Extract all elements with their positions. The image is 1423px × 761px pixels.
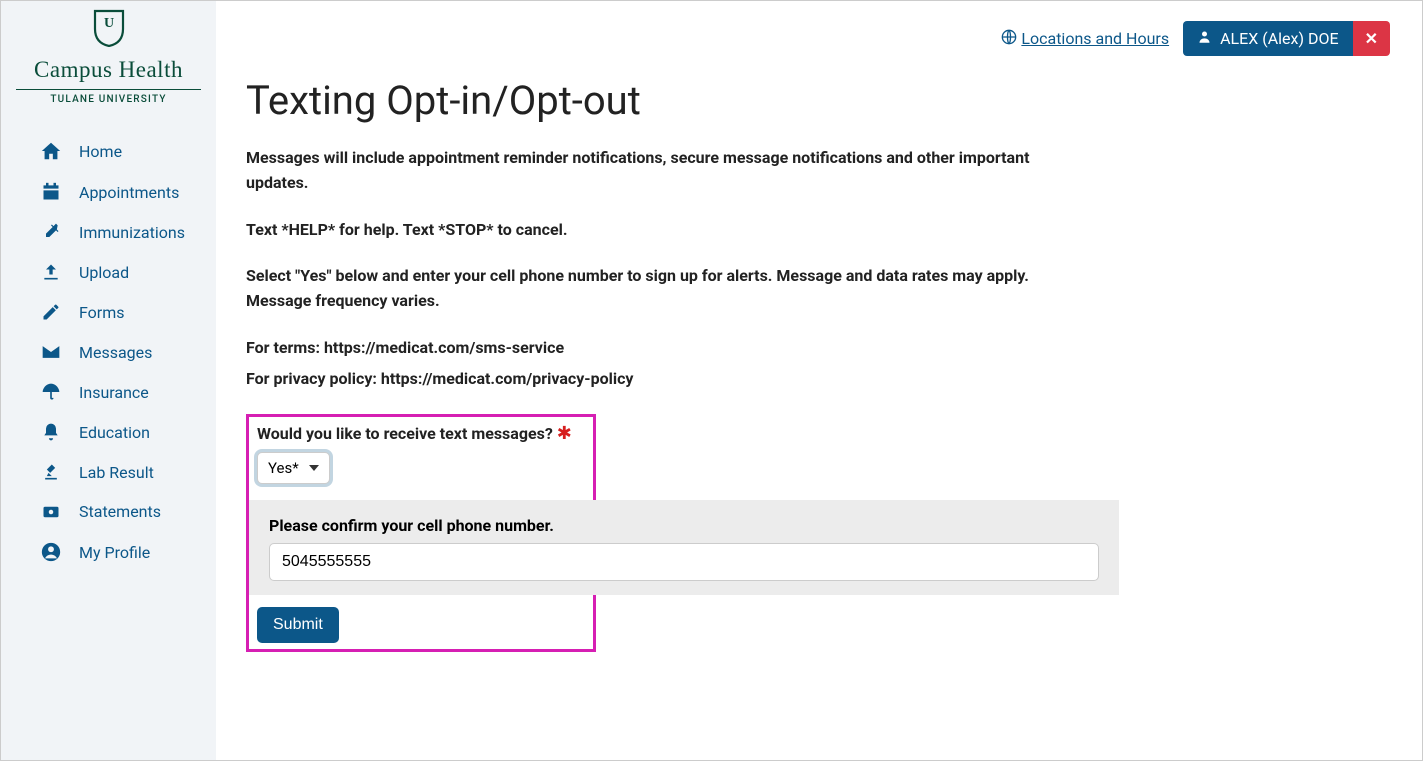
sidebar-nav: Home Appointments Immunizations Upload F… <box>1 130 216 573</box>
sidebar-item-label: Immunizations <box>79 223 185 242</box>
phone-confirm-label: Please confirm your cell phone number. <box>269 516 1099 535</box>
upload-icon <box>39 262 63 282</box>
user-name-label: ALEX (Alex) DOE <box>1220 29 1339 48</box>
money-icon <box>39 503 63 521</box>
shield-logo-icon: U <box>93 9 125 47</box>
sidebar-item-label: Insurance <box>79 383 149 402</box>
intro-para-2: Text *HELP* for help. Text *STOP* to can… <box>246 218 1086 243</box>
close-icon: ✕ <box>1365 29 1378 48</box>
sidebar-item-my-profile[interactable]: My Profile <box>1 531 216 573</box>
sidebar-item-label: Upload <box>79 263 129 282</box>
syringe-icon <box>39 222 63 242</box>
sidebar-item-label: Statements <box>79 502 161 521</box>
sidebar-item-appointments[interactable]: Appointments <box>1 172 216 212</box>
sidebar-item-label: Appointments <box>79 183 179 202</box>
optin-question-label: Would you like to receive text messages? <box>257 424 553 443</box>
intro-para-3: Select "Yes" below and enter your cell p… <box>246 264 1086 314</box>
form-highlight-box: Would you like to receive text messages?… <box>246 414 596 652</box>
user-account-button[interactable]: ALEX (Alex) DOE <box>1183 21 1353 56</box>
chevron-down-icon <box>309 465 319 471</box>
sidebar-item-upload[interactable]: Upload <box>1 252 216 292</box>
optin-select-value: Yes* <box>268 459 299 477</box>
brand-logo-area: U Campus Health TULANE UNIVERSITY <box>1 9 216 115</box>
sidebar-item-statements[interactable]: Statements <box>1 492 216 531</box>
sidebar-item-label: Home <box>79 142 122 161</box>
envelope-icon <box>39 342 63 362</box>
terms-line: For terms: https://medicat.com/sms-servi… <box>246 336 1086 361</box>
sidebar: U Campus Health TULANE UNIVERSITY Home A… <box>1 1 216 760</box>
user-icon <box>39 541 63 563</box>
sidebar-item-insurance[interactable]: Insurance <box>1 372 216 412</box>
page-title: Texting Opt-in/Opt-out <box>246 77 1402 124</box>
sidebar-item-lab-result[interactable]: Lab Result <box>1 452 216 492</box>
close-button[interactable]: ✕ <box>1353 21 1390 56</box>
phone-input[interactable] <box>269 543 1099 581</box>
sidebar-item-label: My Profile <box>79 543 150 562</box>
sidebar-item-messages[interactable]: Messages <box>1 332 216 372</box>
sidebar-item-forms[interactable]: Forms <box>1 292 216 332</box>
sidebar-item-label: Lab Result <box>79 463 154 482</box>
brand-subtitle: TULANE UNIVERSITY <box>16 89 201 105</box>
brand-title: Campus Health <box>16 57 201 83</box>
optin-select[interactable]: Yes* <box>257 452 330 484</box>
sidebar-item-immunizations[interactable]: Immunizations <box>1 212 216 252</box>
intro-text: Messages will include appointment remind… <box>246 146 1086 392</box>
locations-hours-link[interactable]: Locations and Hours <box>1001 29 1169 49</box>
topbar: Locations and Hours ALEX (Alex) DOE ✕ <box>1001 21 1390 56</box>
sidebar-item-education[interactable]: Education <box>1 412 216 452</box>
calendar-icon <box>39 182 63 202</box>
intro-para-1: Messages will include appointment remind… <box>246 146 1086 196</box>
sidebar-item-home[interactable]: Home <box>1 130 216 172</box>
person-icon <box>1197 29 1212 48</box>
globe-icon <box>1001 29 1017 49</box>
phone-confirm-section: Please confirm your cell phone number. <box>249 500 1119 595</box>
sidebar-item-label: Messages <box>79 343 152 362</box>
submit-button[interactable]: Submit <box>257 607 339 643</box>
main-content: Locations and Hours ALEX (Alex) DOE ✕ Te… <box>216 1 1422 760</box>
privacy-line: For privacy policy: https://medicat.com/… <box>246 367 1086 392</box>
pencil-icon <box>39 302 63 322</box>
required-indicator: ✱ <box>557 423 572 444</box>
home-icon <box>39 140 63 162</box>
microscope-icon <box>39 462 63 482</box>
svg-text:U: U <box>103 16 113 31</box>
umbrella-icon <box>39 382 63 402</box>
locations-hours-label: Locations and Hours <box>1021 29 1169 48</box>
sidebar-item-label: Education <box>79 423 150 442</box>
sidebar-item-label: Forms <box>79 303 125 322</box>
bell-icon <box>39 422 63 442</box>
